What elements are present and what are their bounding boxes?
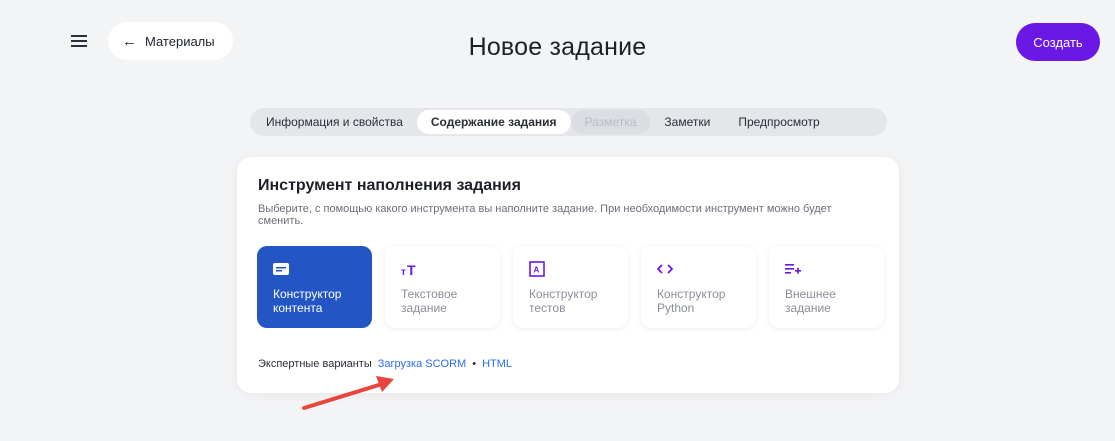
tab-markup: Разметка xyxy=(570,110,651,134)
card-description: Выберите, с помощью какого инструмента в… xyxy=(258,203,832,227)
expert-options: Экспертные варианты Загрузка SCORM • HTM… xyxy=(258,358,512,370)
page-title: Новое задание xyxy=(468,33,647,61)
tool-label-line1: Конструктор xyxy=(657,287,726,301)
tab-preview[interactable]: Предпросмотр xyxy=(724,110,833,134)
create-button[interactable]: Создать xyxy=(1016,23,1100,61)
tool-label-line1: Конструктор xyxy=(529,287,598,301)
tool-label-line1: Текстовое xyxy=(401,287,458,301)
tab-info[interactable]: Информация и свойства xyxy=(252,110,417,134)
tool-list: Конструктор контента тT Текстовое задани… xyxy=(257,246,884,328)
tab-content[interactable]: Содержание задания xyxy=(416,110,571,134)
svg-text:A: A xyxy=(534,266,540,275)
tool-external-task[interactable]: Внешнее задание xyxy=(769,246,884,328)
expert-label: Экспертные варианты xyxy=(258,358,372,370)
svg-text:T: T xyxy=(407,262,416,276)
scorm-upload-link[interactable]: Загрузка SCORM xyxy=(378,358,466,370)
tab-bar: Информация и свойства Содержание задания… xyxy=(250,108,887,136)
tool-label-line2: тестов xyxy=(529,301,566,315)
tool-label-line1: Конструктор xyxy=(273,287,342,301)
tab-notes[interactable]: Заметки xyxy=(650,110,724,134)
separator-dot: • xyxy=(472,358,477,370)
tool-text-task[interactable]: тT Текстовое задание xyxy=(385,246,500,328)
text-icon: тT xyxy=(401,261,484,277)
tool-content-builder[interactable]: Конструктор контента xyxy=(257,246,372,328)
tool-label-line2: контента xyxy=(273,301,323,315)
tool-card: Инструмент наполнения задания Выберите, … xyxy=(237,157,899,393)
html-link[interactable]: HTML xyxy=(482,358,512,370)
tool-label-line1: Внешнее xyxy=(785,287,836,301)
svg-text:т: т xyxy=(401,267,406,276)
external-task-icon xyxy=(785,261,868,277)
test-builder-icon: A xyxy=(529,261,612,277)
tool-label-line2: задание xyxy=(401,301,447,315)
content-builder-icon xyxy=(273,261,356,277)
tool-label-line2: задание xyxy=(785,301,831,315)
tool-label-line2: Python xyxy=(657,301,695,315)
tool-test-builder[interactable]: A Конструктор тестов xyxy=(513,246,628,328)
tool-python-builder[interactable]: Конструктор Python xyxy=(641,246,756,328)
code-icon xyxy=(657,261,740,277)
card-title: Инструмент наполнения задания xyxy=(258,177,521,194)
annotation-arrow-icon xyxy=(302,376,394,410)
